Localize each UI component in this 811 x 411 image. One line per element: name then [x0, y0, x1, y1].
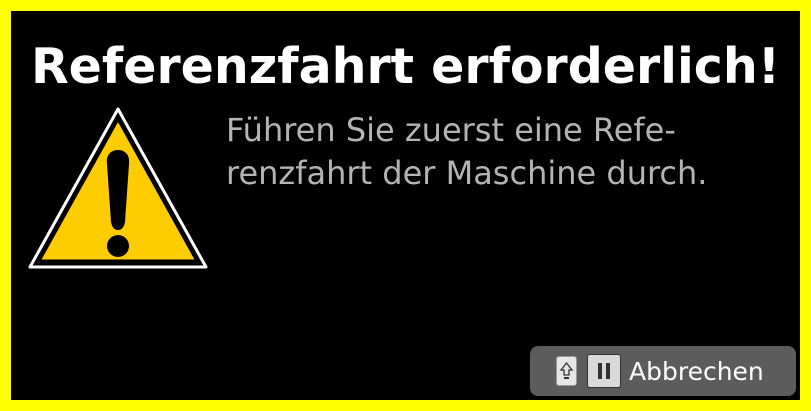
warning-triangle-icon: [25, 104, 211, 272]
shift-key-icon: [556, 356, 577, 386]
cancel-button-label: Abbrechen: [629, 356, 764, 386]
message-line-1: Führen Sie zuerst eine Refe-: [226, 111, 676, 149]
pause-key-icon: [587, 354, 621, 388]
dialog-title: Referenzfahrt erforderlich!: [30, 38, 781, 95]
message-line-2: renzfahrt der Maschine durch.: [226, 154, 708, 192]
homing-required-dialog: Referenzfahrt erforderlich! Führen Sie z…: [0, 0, 811, 411]
dialog-message: Führen Sie zuerst eine Refe- renzfahrt d…: [226, 109, 796, 195]
cancel-button[interactable]: Abbrechen: [530, 346, 796, 396]
